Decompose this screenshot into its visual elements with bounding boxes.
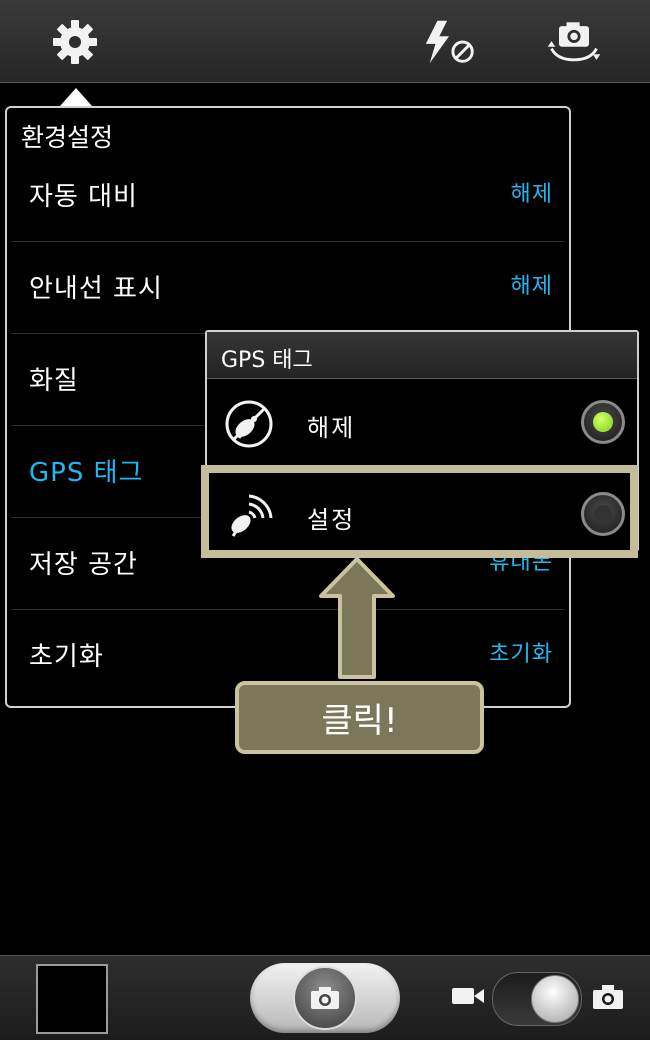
flash-off-icon	[425, 20, 474, 64]
switch-camera-icon	[547, 22, 601, 62]
highlight-frame	[201, 465, 638, 558]
camera-bottom-bar	[0, 955, 650, 1040]
setting-row-guidelines[interactable]: 안내선 표시 해제	[11, 242, 565, 334]
photo-camera-icon	[593, 985, 623, 1009]
camera-top-bar	[0, 0, 650, 83]
shutter-inner	[293, 966, 357, 1030]
up-arrow-icon	[319, 557, 395, 679]
shutter-button[interactable]	[250, 963, 400, 1033]
click-callout: 클릭!	[235, 681, 484, 754]
flash-button[interactable]	[420, 12, 480, 72]
gps-off-icon	[225, 400, 273, 448]
callout-text: 클릭!	[321, 701, 398, 741]
setting-value: 초기화	[489, 642, 553, 667]
setting-label: 화질	[29, 366, 79, 396]
setting-label: 자동 대비	[29, 182, 138, 212]
camera-icon	[311, 987, 339, 1009]
radio-dot	[593, 412, 613, 432]
setting-label: 저장 공간	[29, 550, 138, 580]
setting-label: 초기화	[29, 642, 104, 672]
switch-camera-button[interactable]	[544, 12, 604, 72]
gps-popup-title: GPS 태그	[221, 348, 313, 373]
gps-popup-header: GPS 태그	[207, 332, 637, 379]
menu-caret	[60, 88, 92, 106]
setting-value: 해제	[510, 182, 553, 207]
setting-label: GPS 태그	[29, 458, 144, 488]
setting-row-auto-contrast[interactable]: 자동 대비 해제	[11, 150, 565, 242]
gear-icon	[53, 20, 97, 64]
gps-option-off[interactable]: 해제	[207, 378, 637, 470]
gallery-thumbnail[interactable]	[36, 964, 108, 1034]
gps-option-label: 해제	[307, 414, 356, 442]
settings-menu-title: 환경설정	[21, 123, 114, 152]
setting-value: 해제	[510, 274, 553, 299]
camera-mode-toggle[interactable]	[492, 972, 582, 1026]
settings-button[interactable]	[45, 12, 105, 72]
radio-button-selected[interactable]	[581, 400, 625, 444]
setting-label: 안내선 표시	[29, 274, 163, 304]
toggle-knob[interactable]	[531, 975, 579, 1023]
video-camera-icon	[452, 988, 484, 1004]
